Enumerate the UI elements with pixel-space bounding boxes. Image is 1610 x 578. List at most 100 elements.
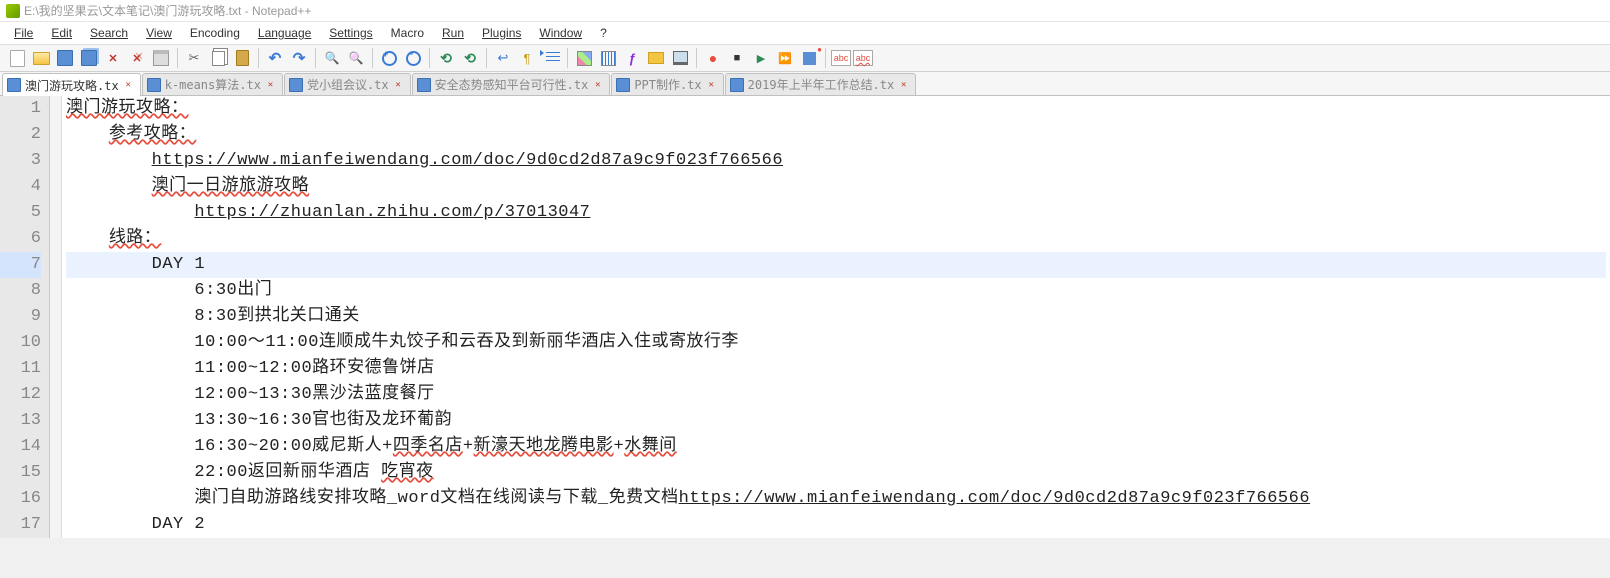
macro-play-multi-icon[interactable] <box>774 47 796 69</box>
save-icon[interactable] <box>54 47 76 69</box>
line-number: 15 <box>0 460 41 486</box>
user-lang-icon[interactable] <box>573 47 595 69</box>
line-number: 5 <box>0 200 41 226</box>
toolbar-separator <box>372 48 373 68</box>
document-tab[interactable]: 安全态势感知平台可行性.tx✕ <box>412 73 611 95</box>
close-icon[interactable] <box>102 47 124 69</box>
menu-settings[interactable]: Settings <box>321 24 380 42</box>
menu-file[interactable]: File <box>6 24 41 42</box>
menu-bar: File Edit Search View Encoding Language … <box>0 22 1610 44</box>
code-line[interactable]: 澳门一日游旅游攻略 <box>66 174 1606 200</box>
line-number: 11 <box>0 356 41 382</box>
code-line[interactable]: https://zhuanlan.zhihu.com/p/37013047 <box>66 200 1606 226</box>
line-number: 6 <box>0 226 41 252</box>
folder-workspace-icon[interactable] <box>645 47 667 69</box>
macro-record-icon[interactable] <box>702 47 724 69</box>
menu-window[interactable]: Window <box>531 24 590 42</box>
monitoring-icon[interactable] <box>669 47 691 69</box>
line-number: 10 <box>0 330 41 356</box>
tab-close-icon[interactable]: ✕ <box>265 79 276 90</box>
menu-edit[interactable]: Edit <box>43 24 80 42</box>
function-list-icon[interactable] <box>621 47 643 69</box>
save-all-icon[interactable] <box>78 47 100 69</box>
code-line[interactable]: 6:30出门 <box>66 278 1606 304</box>
document-tab[interactable]: 澳门游玩攻略.tx✕ <box>2 73 141 96</box>
editor[interactable]: 1234567891011121314151617 澳门游玩攻略： 参考攻略： … <box>0 96 1610 538</box>
macro-play-icon[interactable] <box>750 47 772 69</box>
code-area[interactable]: 澳门游玩攻略： 参考攻略： https://www.mianfeiwendang… <box>62 96 1610 538</box>
code-line[interactable]: 澳门游玩攻略： <box>66 96 1606 122</box>
document-tab[interactable]: PPT制作.tx ✕ <box>611 73 723 95</box>
title-bar: E:\我的坚果云\文本笔记\澳门游玩攻略.txt - Notepad++ <box>0 0 1610 22</box>
menu-view[interactable]: View <box>138 24 180 42</box>
spellcheck-icon[interactable] <box>831 50 851 66</box>
menu-help[interactable]: ? <box>592 24 615 42</box>
tab-label: 党小组会议.tx <box>307 76 389 93</box>
menu-encoding[interactable]: Encoding <box>182 24 248 42</box>
code-line[interactable]: DAY 2 <box>66 512 1606 538</box>
menu-plugins[interactable]: Plugins <box>474 24 529 42</box>
macro-save-icon[interactable] <box>798 47 820 69</box>
line-number: 8 <box>0 278 41 304</box>
file-icon <box>7 78 21 92</box>
tab-close-icon[interactable]: ✕ <box>592 79 603 90</box>
file-icon <box>730 78 744 92</box>
tab-close-icon[interactable]: ✕ <box>706 79 717 90</box>
code-line[interactable]: 参考攻略： <box>66 122 1606 148</box>
document-tab[interactable]: 2019年上半年工作总结.tx✕ <box>725 73 917 95</box>
indent-guide-icon[interactable] <box>540 47 562 69</box>
zoom-in-icon[interactable] <box>378 47 400 69</box>
file-icon <box>616 78 630 92</box>
line-number: 9 <box>0 304 41 330</box>
tab-label: k-means算法.tx <box>165 76 261 93</box>
line-number: 7 <box>0 252 41 278</box>
sync-vert-icon[interactable] <box>435 47 457 69</box>
code-line[interactable]: 16:30~20:00威尼斯人+四季名店+新濠天地龙腾电影+水舞间 <box>66 434 1606 460</box>
code-line[interactable]: 澳门自助游路线安排攻略_word文档在线阅读与下载_免费文档https://ww… <box>66 486 1606 512</box>
code-line[interactable]: 10:00～11:00连顺成牛丸饺子和云吞及到新丽华酒店入住或寄放行李 <box>66 330 1606 356</box>
code-line[interactable]: https://www.mianfeiwendang.com/doc/9d0cd… <box>66 148 1606 174</box>
open-icon[interactable] <box>30 47 52 69</box>
code-line[interactable]: 13:30~16:30官也街及龙环葡韵 <box>66 408 1606 434</box>
print-icon[interactable] <box>150 47 172 69</box>
menu-run[interactable]: Run <box>434 24 472 42</box>
show-invisible-icon[interactable] <box>516 47 538 69</box>
replace-icon[interactable] <box>345 47 367 69</box>
close-all-icon[interactable] <box>126 47 148 69</box>
doc-map-icon[interactable] <box>597 47 619 69</box>
menu-search[interactable]: Search <box>82 24 136 42</box>
copy-icon[interactable] <box>207 47 229 69</box>
macro-stop-icon[interactable] <box>726 47 748 69</box>
document-tab[interactable]: k-means算法.tx ✕ <box>142 73 283 95</box>
code-line[interactable]: 线路： <box>66 226 1606 252</box>
find-icon[interactable] <box>321 47 343 69</box>
line-number: 16 <box>0 486 41 512</box>
word-wrap-icon[interactable] <box>492 47 514 69</box>
tab-close-icon[interactable]: ✕ <box>898 79 909 90</box>
line-number-gutter: 1234567891011121314151617 <box>0 96 50 538</box>
tab-close-icon[interactable]: ✕ <box>393 79 404 90</box>
paste-icon[interactable] <box>231 47 253 69</box>
code-line[interactable]: 11:00~12:00路环安德鲁饼店 <box>66 356 1606 382</box>
menu-language[interactable]: Language <box>250 24 319 42</box>
zoom-out-icon[interactable] <box>402 47 424 69</box>
code-line[interactable]: DAY 1 <box>66 252 1606 278</box>
document-tab[interactable]: 党小组会议.tx ✕ <box>284 73 411 95</box>
undo-icon[interactable] <box>264 47 286 69</box>
cut-icon[interactable] <box>183 47 205 69</box>
line-number: 2 <box>0 122 41 148</box>
code-line[interactable]: 22:00返回新丽华酒店 吃宵夜 <box>66 460 1606 486</box>
sync-horiz-icon[interactable] <box>459 47 481 69</box>
code-line[interactable]: 12:00~13:30黑沙法蓝度餐厅 <box>66 382 1606 408</box>
fold-margin[interactable] <box>50 96 62 538</box>
new-icon[interactable] <box>6 47 28 69</box>
menu-macro[interactable]: Macro <box>383 24 432 42</box>
toolbar-separator <box>429 48 430 68</box>
tab-label: 2019年上半年工作总结.tx <box>748 76 895 93</box>
toolbar-separator <box>486 48 487 68</box>
spellcheck-next-icon[interactable] <box>853 50 873 66</box>
tab-close-icon[interactable]: ✕ <box>123 80 134 91</box>
code-line[interactable]: 8:30到拱北关口通关 <box>66 304 1606 330</box>
redo-icon[interactable] <box>288 47 310 69</box>
tab-label: PPT制作.tx <box>634 76 701 93</box>
